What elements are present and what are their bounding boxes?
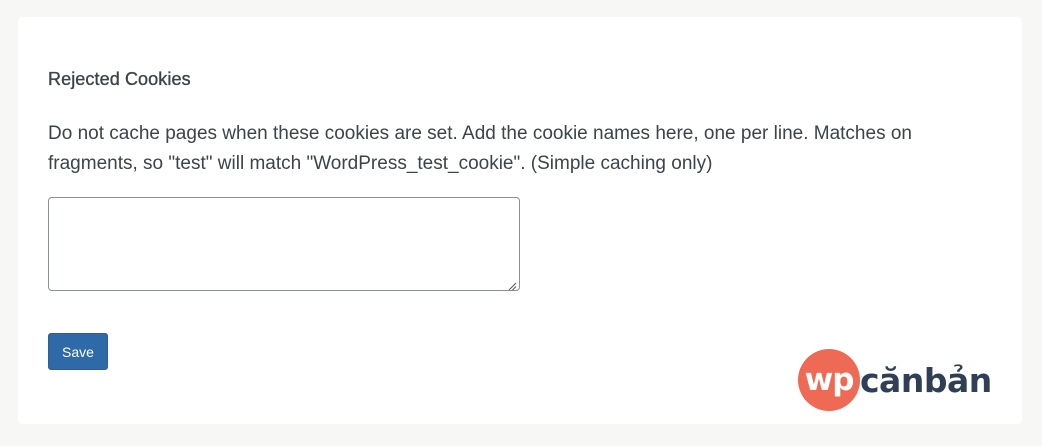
section-description: Do not cache pages when these cookies ar…	[48, 123, 912, 174]
resize-handle-icon[interactable]	[507, 278, 517, 291]
rejected-cookies-textarea[interactable]	[48, 197, 520, 291]
rejected-cookies-field-wrapper	[48, 197, 520, 291]
logo-badge: wp	[798, 349, 860, 411]
settings-card: Rejected Cookies Do not cache pages when…	[18, 17, 1022, 424]
section-title: Rejected Cookies	[48, 69, 191, 89]
logo-text: cănbản	[860, 360, 992, 400]
wpcanban-logo: wp cănbản	[798, 347, 992, 413]
save-button[interactable]: Save	[48, 333, 108, 370]
